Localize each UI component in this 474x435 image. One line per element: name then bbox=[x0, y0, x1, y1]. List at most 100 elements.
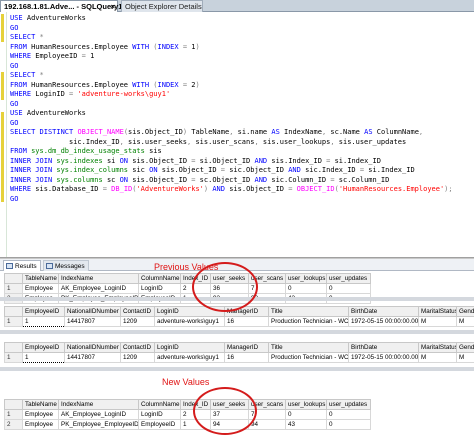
grid-cell[interactable]: AK_Employee_LoginID bbox=[58, 283, 139, 294]
grid-cell[interactable]: 0 bbox=[285, 283, 327, 294]
grid-cell[interactable]: 7 bbox=[248, 409, 286, 420]
column-header[interactable]: user_updates bbox=[326, 399, 371, 410]
column-header[interactable]: LoginID bbox=[154, 342, 225, 353]
column-header[interactable] bbox=[4, 273, 23, 284]
row-number[interactable]: 1 bbox=[4, 352, 23, 363]
grid-cell[interactable]: 1209 bbox=[120, 316, 155, 327]
code-line[interactable]: GO bbox=[10, 195, 472, 205]
code-line[interactable]: USE AdventureWorks bbox=[10, 14, 472, 24]
code-line[interactable]: GO bbox=[10, 62, 472, 72]
code-line[interactable]: FROM sys.dm_db_index_usage_stats sis bbox=[10, 147, 472, 157]
column-header[interactable] bbox=[4, 342, 23, 353]
grid-cell[interactable]: M bbox=[456, 316, 474, 327]
column-header[interactable]: user_seeks bbox=[210, 273, 249, 284]
code-line[interactable]: USE AdventureWorks bbox=[10, 109, 472, 119]
row-number[interactable]: 1 bbox=[4, 409, 23, 420]
column-header[interactable]: Title bbox=[268, 306, 349, 317]
tab-results[interactable]: Results bbox=[3, 260, 41, 271]
table-row[interactable]: 1 Employee AK_Employee_LoginID LoginID 2 36 7 0… bbox=[4, 283, 371, 294]
grid-cell[interactable]: 7 bbox=[248, 283, 286, 294]
grid-cell[interactable]: 94 bbox=[210, 419, 249, 430]
grid-splitter[interactable] bbox=[0, 297, 474, 301]
query-editor[interactable]: USE AdventureWorks GO SELECT * FROM HumanRe… bbox=[0, 12, 474, 268]
sql-code[interactable]: USE AdventureWorks GO SELECT * FROM HumanRe… bbox=[10, 14, 472, 204]
code-line[interactable]: WHERE LoginID = 'adventure-works\guy1' bbox=[10, 90, 472, 100]
column-header[interactable]: Index_ID bbox=[180, 273, 211, 284]
grid-cell[interactable]: 94 bbox=[248, 419, 286, 430]
grid-cell[interactable]: 0 bbox=[326, 283, 371, 294]
grid-cell[interactable]: 14417807 bbox=[64, 316, 121, 327]
row-number[interactable]: 1 bbox=[4, 316, 23, 327]
column-header[interactable]: ManagerID bbox=[224, 306, 269, 317]
table-row[interactable]: 2EmployeePK_Employee_EmployeeIDEmployeeI… bbox=[4, 419, 371, 430]
grid-cell[interactable]: M bbox=[418, 352, 457, 363]
grid-cell[interactable]: 16 bbox=[224, 316, 269, 327]
grid-cell[interactable]: Production Technician - WC60 bbox=[268, 316, 349, 327]
grid-cell[interactable]: 1972-05-15 00:00:00.000 bbox=[348, 316, 419, 327]
grid-cell[interactable]: Employee bbox=[22, 283, 59, 294]
column-header[interactable]: ContactID bbox=[120, 342, 155, 353]
column-header[interactable]: user_lookups bbox=[285, 399, 327, 410]
grid-cell[interactable]: 36 bbox=[210, 283, 249, 294]
column-header[interactable]: user_updates bbox=[326, 273, 371, 284]
column-header[interactable]: MaritalStatus bbox=[418, 306, 457, 317]
code-line[interactable]: SELECT * bbox=[10, 33, 472, 43]
tab-messages[interactable]: Messages bbox=[43, 260, 89, 271]
grid-cell[interactable]: 0 bbox=[285, 409, 327, 420]
tab-sqlquery1[interactable]: 192.168.1.81.Adve... - SQLQuery1.sql* × bbox=[0, 0, 138, 12]
code-line[interactable]: SELECT * bbox=[10, 71, 472, 81]
column-header[interactable]: TableName bbox=[22, 399, 59, 410]
grid-cell[interactable]: Employee bbox=[22, 419, 59, 430]
column-header[interactable]: user_seeks bbox=[210, 399, 249, 410]
table-row[interactable]: 1 Employee AK_Employee_LoginID LoginID 2 37 7 0… bbox=[4, 409, 371, 420]
column-header[interactable]: ContactID bbox=[120, 306, 155, 317]
grid-cell[interactable]: 1972-05-15 00:00:00.000 bbox=[348, 352, 419, 363]
code-line[interactable]: INNER JOIN sys.indexes si ON sis.Object_… bbox=[10, 157, 472, 167]
grid-cell[interactable]: AK_Employee_LoginID bbox=[58, 409, 139, 420]
grid-cell[interactable]: 43 bbox=[285, 419, 327, 430]
column-header[interactable]: Index_ID bbox=[180, 399, 211, 410]
table-row[interactable]: 1 1 14417807 1209 adventure-works\guy1 16 Prod… bbox=[4, 316, 474, 327]
column-header[interactable]: Gender bbox=[456, 306, 474, 317]
results-grid-employee-2[interactable]: EmployeeID NationalIDNumber ContactID Login… bbox=[4, 342, 474, 363]
column-header[interactable]: Gender bbox=[456, 342, 474, 353]
results-grid-employee-1[interactable]: EmployeeID NationalIDNumber ContactID Login… bbox=[4, 306, 474, 327]
code-line[interactable]: INNER JOIN sys.columns sc ON sis.Object_… bbox=[10, 176, 472, 186]
code-line[interactable]: WHERE sis.Database_ID = DB_ID('Adventure… bbox=[10, 185, 472, 195]
column-header[interactable]: NationalIDNumber bbox=[64, 342, 121, 353]
grid-cell[interactable]: 1 bbox=[180, 419, 211, 430]
code-line[interactable]: WHERE EmployeeID = 1 bbox=[10, 52, 472, 62]
row-number[interactable]: 2 bbox=[4, 419, 23, 430]
grid-cell[interactable]: 0 bbox=[326, 409, 371, 420]
grid-cell[interactable]: 1 bbox=[22, 352, 65, 363]
grid-cell[interactable]: adventure-works\guy1 bbox=[154, 352, 225, 363]
code-line[interactable]: FROM HumanResources.Employee WITH (INDEX… bbox=[10, 43, 472, 53]
grid-cell[interactable]: LoginID bbox=[138, 283, 181, 294]
column-header[interactable] bbox=[4, 399, 23, 410]
grid-cell[interactable]: 2 bbox=[180, 283, 211, 294]
results-grid-index-usage-after[interactable]: TableName IndexName ColumnName Index_ID user… bbox=[4, 399, 371, 430]
grid-cell[interactable]: EmployeeID bbox=[138, 419, 181, 430]
column-header[interactable]: user_scans bbox=[248, 399, 286, 410]
code-line[interactable]: GO bbox=[10, 24, 472, 34]
grid-cell[interactable]: Employee bbox=[22, 409, 59, 420]
grid-cell[interactable]: 14417807 bbox=[64, 352, 121, 363]
column-header[interactable]: IndexName bbox=[58, 273, 139, 284]
grid-cell[interactable]: 37 bbox=[210, 409, 249, 420]
column-header[interactable]: LoginID bbox=[154, 306, 225, 317]
grid-cell[interactable]: M bbox=[418, 316, 457, 327]
grid-cell[interactable]: 1209 bbox=[120, 352, 155, 363]
code-line[interactable]: FROM HumanResources.Employee WITH (INDEX… bbox=[10, 81, 472, 91]
column-header[interactable]: IndexName bbox=[58, 399, 139, 410]
column-header[interactable]: TableName bbox=[22, 273, 59, 284]
grid-splitter[interactable] bbox=[0, 367, 474, 371]
grid-cell[interactable]: 1 bbox=[22, 316, 65, 327]
column-header[interactable]: MaritalStatus bbox=[418, 342, 457, 353]
grid-cell[interactable]: 0 bbox=[326, 419, 371, 430]
column-header[interactable]: Title bbox=[268, 342, 349, 353]
column-header[interactable]: NationalIDNumber bbox=[64, 306, 121, 317]
table-row[interactable]: 1 1 14417807 1209 adventure-works\guy1 16 Prod… bbox=[4, 352, 474, 363]
tab-object-explorer-details[interactable]: Object Explorer Details bbox=[121, 0, 203, 12]
grid-cell[interactable]: Production Technician - WC60 bbox=[268, 352, 349, 363]
column-header[interactable]: EmployeeID bbox=[22, 342, 65, 353]
